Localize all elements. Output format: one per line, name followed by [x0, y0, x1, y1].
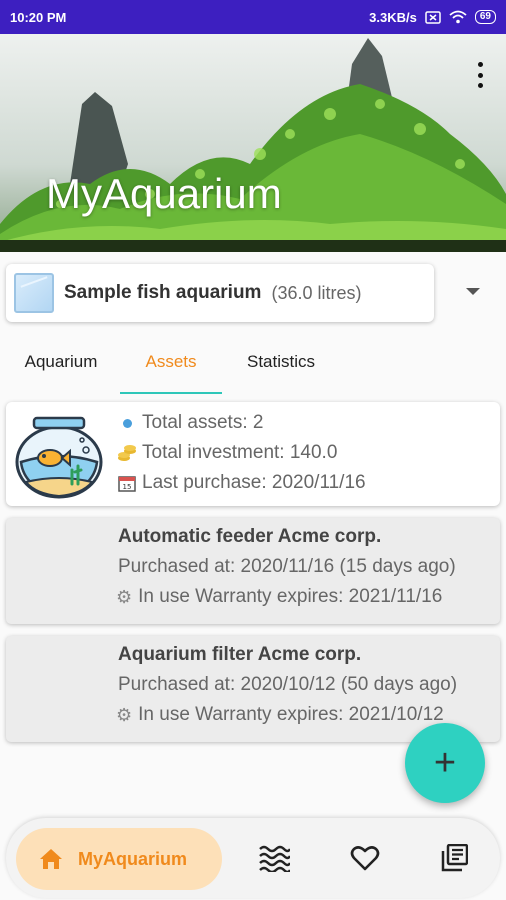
- nav-label-myaquarium: MyAquarium: [78, 848, 188, 869]
- tank-icon: [14, 273, 54, 313]
- gears-icon: ⚙: [116, 704, 133, 725]
- total-assets-row: Total assets: 2: [116, 412, 263, 434]
- total-assets: Total assets: 2: [142, 412, 264, 433]
- aquarium-volume: (36.0 litres): [271, 282, 362, 303]
- asset-title: Automatic feeder Acme corp.: [118, 526, 382, 547]
- nav-item-myaquarium[interactable]: MyAquarium: [16, 828, 222, 890]
- tab-bar: Aquarium Assets Statistics: [0, 340, 506, 394]
- more-vert-icon[interactable]: [476, 62, 484, 88]
- asset-status-row: ⚙ In use Warranty expires: 2021/11/16: [116, 586, 442, 608]
- fishbowl-icon: [15, 416, 103, 499]
- home-icon: [40, 849, 62, 869]
- library-icon[interactable]: [440, 844, 468, 872]
- asset-card[interactable]: Automatic feeder Acme corp. Purchased at…: [6, 518, 500, 624]
- tab-assets[interactable]: Assets: [120, 340, 222, 394]
- battery-indicator: 69: [474, 10, 496, 24]
- asset-status: In use Warranty expires: 2021/11/16: [138, 586, 443, 607]
- asset-purchase-date: Purchased at: 2020/11/16 (15 days ago): [118, 556, 456, 577]
- total-investment: Total investment: 140.0: [142, 442, 338, 463]
- dropdown-arrow-icon[interactable]: [466, 288, 480, 295]
- coins-icon: [118, 445, 136, 461]
- header-banner: MyAquarium: [0, 34, 506, 252]
- app-title: MyAquarium: [46, 170, 282, 217]
- asset-status: In use Warranty expires: 2021/10/12: [138, 704, 444, 725]
- tab-aquarium[interactable]: Aquarium: [8, 340, 114, 394]
- aquascape-image: [0, 34, 506, 252]
- last-purchase-row: 15 Last purchase: 2020/11/16: [116, 472, 366, 494]
- total-investment-row: Total investment: 140.0: [116, 442, 337, 464]
- asset-purchase-date: Purchased at: 2020/10/12 (50 days ago): [118, 674, 458, 695]
- no-sim-icon: [425, 10, 441, 24]
- last-purchase: Last purchase: 2020/11/16: [142, 472, 366, 493]
- tab-statistics[interactable]: Statistics: [228, 340, 334, 394]
- heart-icon[interactable]: [350, 844, 380, 872]
- status-indicators: 3.3KB/s 69: [369, 10, 496, 25]
- svg-text:15: 15: [123, 483, 132, 491]
- active-tab-indicator: [120, 392, 222, 394]
- network-speed: 3.3KB/s: [369, 9, 417, 25]
- add-asset-button[interactable]: +: [405, 723, 485, 803]
- wifi-icon: [449, 10, 467, 24]
- calendar-icon: 15: [118, 476, 136, 492]
- status-time: 10:20 PM: [10, 9, 67, 25]
- plus-icon: +: [433, 742, 457, 784]
- asset-card[interactable]: Aquarium filter Acme corp. Purchased at:…: [6, 636, 500, 742]
- asset-status-row: ⚙ In use Warranty expires: 2021/10/12: [116, 704, 444, 726]
- aquarium-name: Sample fish aquarium: [64, 282, 262, 303]
- bullet-dot-icon: [122, 418, 132, 428]
- bottom-navigation: MyAquarium: [6, 818, 500, 898]
- gears-icon: ⚙: [116, 586, 133, 607]
- assets-summary-card: Total assets: 2 Total investment: 140.0 …: [6, 402, 500, 506]
- status-bar: 10:20 PM 3.3KB/s 69: [0, 0, 506, 34]
- aquarium-selector[interactable]: Sample fish aquarium (36.0 litres): [6, 264, 434, 322]
- asset-title: Aquarium filter Acme corp.: [118, 644, 362, 665]
- waves-icon[interactable]: [258, 844, 290, 872]
